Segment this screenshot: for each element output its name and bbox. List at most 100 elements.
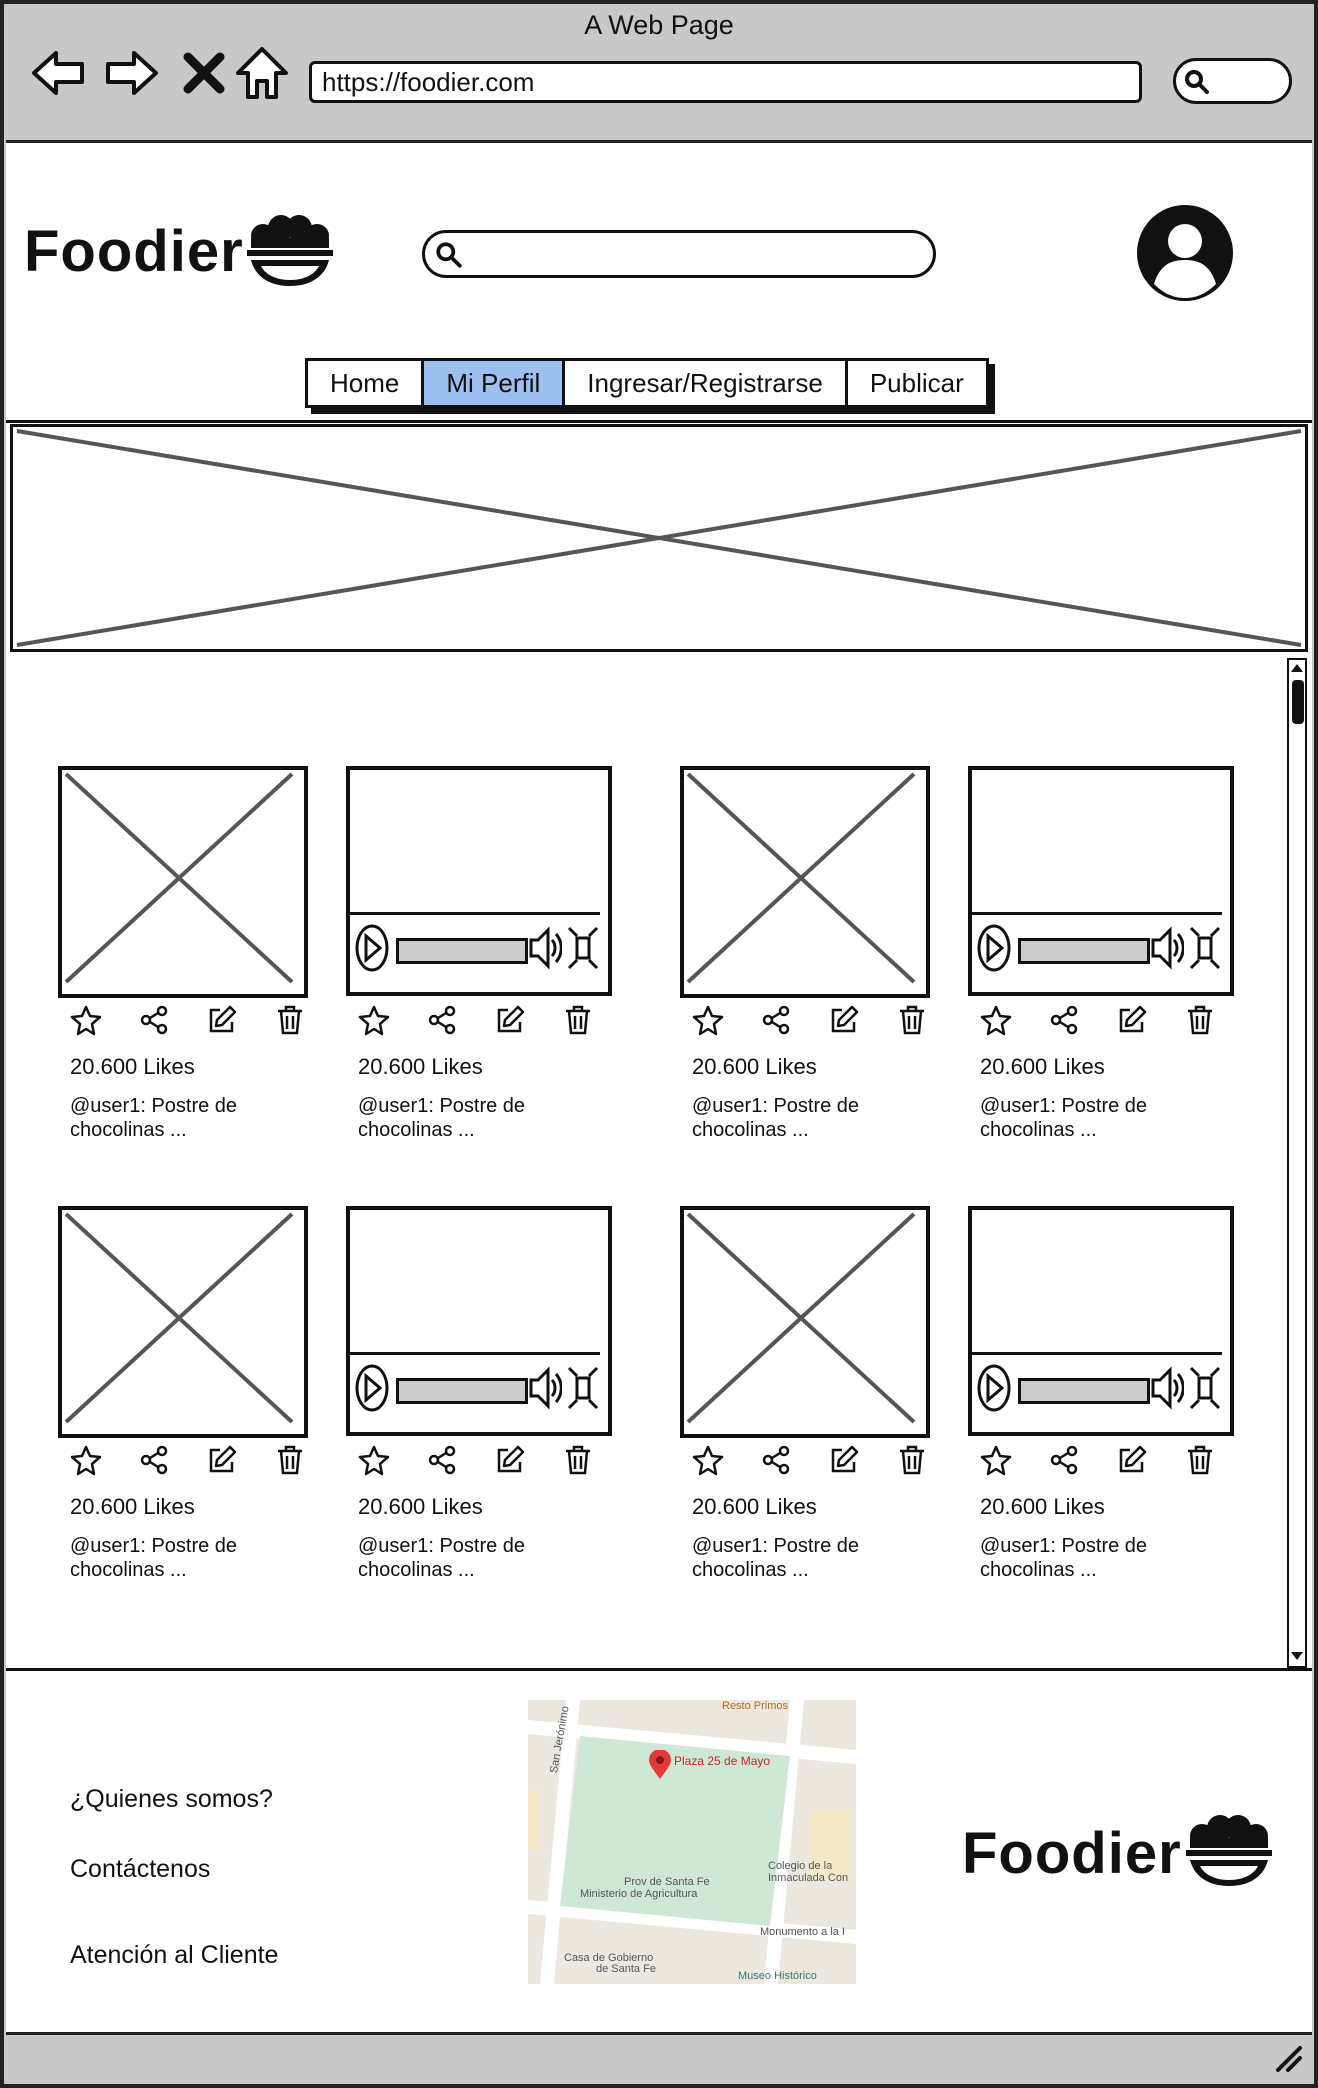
location-map[interactable]: Plaza 25 de Mayo Resto Primos San Jeróni… [528,1700,856,1984]
post-card[interactable]: 20.600 Likes @user1: Postre de chocolinas … [58,766,358,1141]
share-icon[interactable] [760,1004,792,1041]
back-arrow-icon[interactable] [30,45,86,101]
share-icon[interactable] [760,1444,792,1481]
delete-icon[interactable] [562,1004,594,1041]
like-star-icon[interactable] [692,1004,724,1041]
post-image-placeholder[interactable] [680,1206,930,1438]
browser-search-field[interactable] [1173,58,1292,104]
edit-icon[interactable] [828,1444,860,1481]
delete-icon[interactable] [896,1444,928,1481]
like-star-icon[interactable] [70,1004,102,1041]
post-image-placeholder[interactable] [58,1206,308,1438]
stop-icon[interactable] [176,45,232,101]
fullscreen-icon[interactable] [566,924,600,972]
footer-link-atencion-cliente[interactable]: Atención al Cliente [70,1941,278,1970]
post-card[interactable]: 20.600 Likes @user1: Postre de chocolinas … [346,766,646,1141]
share-icon[interactable] [426,1004,458,1041]
forward-arrow-icon[interactable] [104,45,160,101]
post-caption-line-2[interactable]: chocolinas ... [692,1118,809,1142]
post-caption-line-1[interactable]: @user1: Postre de [358,1094,525,1118]
edit-icon[interactable] [1116,1004,1148,1041]
video-progress-bar[interactable] [396,938,528,964]
delete-icon[interactable] [562,1444,594,1481]
resize-grip-icon[interactable] [1274,2044,1304,2074]
edit-icon[interactable] [828,1004,860,1041]
footer-link-quienes-somos[interactable]: ¿Quienes somos? [70,1785,273,1814]
video-progress-bar[interactable] [1018,938,1150,964]
user-avatar-icon[interactable] [1136,204,1234,302]
post-caption-line-1[interactable]: @user1: Postre de [692,1534,859,1558]
fullscreen-icon[interactable] [1188,924,1222,972]
fullscreen-icon[interactable] [566,1364,600,1412]
video-progress-bar[interactable] [396,1378,528,1404]
like-star-icon[interactable] [358,1444,390,1481]
share-icon[interactable] [426,1444,458,1481]
post-caption-line-2[interactable]: chocolinas ... [692,1558,809,1582]
delete-icon[interactable] [1184,1444,1216,1481]
home-icon[interactable] [234,45,290,101]
like-star-icon[interactable] [692,1444,724,1481]
post-card[interactable]: 20.600 Likes @user1: Postre de chocolinas … [680,1206,980,1581]
scroll-up-icon[interactable] [1289,660,1305,676]
post-caption-line-2[interactable]: chocolinas ... [980,1118,1097,1142]
play-icon[interactable] [354,1362,390,1414]
share-icon[interactable] [138,1444,170,1481]
tab-ingresar-registrarse[interactable]: Ingresar/Registrarse [565,361,848,405]
edit-icon[interactable] [206,1004,238,1041]
post-image-placeholder[interactable] [58,766,308,998]
video-progress-bar[interactable] [1018,1378,1150,1404]
post-card[interactable]: 20.600 Likes @user1: Postre de chocolinas … [58,1206,358,1581]
share-icon[interactable] [138,1004,170,1041]
share-icon[interactable] [1048,1004,1080,1041]
url-bar[interactable]: https://foodier.com [309,61,1142,103]
play-icon[interactable] [354,922,390,974]
post-video-player[interactable] [346,766,612,996]
post-caption-line-1[interactable]: @user1: Postre de [980,1534,1147,1558]
like-star-icon[interactable] [980,1444,1012,1481]
like-star-icon[interactable] [358,1004,390,1041]
post-caption-line-2[interactable]: chocolinas ... [358,1558,475,1582]
edit-icon[interactable] [494,1444,526,1481]
delete-icon[interactable] [274,1004,306,1041]
header-search-input[interactable] [422,230,936,278]
volume-icon[interactable] [528,924,562,972]
post-caption-line-2[interactable]: chocolinas ... [70,1118,187,1142]
like-star-icon[interactable] [980,1004,1012,1041]
post-card[interactable]: 20.600 Likes @user1: Postre de chocolinas … [346,1206,646,1581]
volume-icon[interactable] [528,1364,562,1412]
post-card[interactable]: 20.600 Likes @user1: Postre de chocolinas … [968,1206,1268,1581]
post-caption-line-2[interactable]: chocolinas ... [980,1558,1097,1582]
post-caption-line-1[interactable]: @user1: Postre de [980,1094,1147,1118]
fullscreen-icon[interactable] [1188,1364,1222,1412]
post-video-player[interactable] [968,766,1234,996]
post-caption-line-2[interactable]: chocolinas ... [358,1118,475,1142]
edit-icon[interactable] [494,1004,526,1041]
like-star-icon[interactable] [70,1444,102,1481]
share-icon[interactable] [1048,1444,1080,1481]
tab-publicar[interactable]: Publicar [848,361,986,405]
scroll-down-icon[interactable] [1289,1648,1305,1664]
tab-mi-perfil[interactable]: Mi Perfil [424,361,566,405]
edit-icon[interactable] [1116,1444,1148,1481]
post-caption-line-2[interactable]: chocolinas ... [70,1558,187,1582]
volume-icon[interactable] [1150,924,1184,972]
post-card[interactable]: 20.600 Likes @user1: Postre de chocolinas … [968,766,1268,1141]
play-icon[interactable] [976,922,1012,974]
play-icon[interactable] [976,1362,1012,1414]
post-card[interactable]: 20.600 Likes @user1: Postre de chocolinas … [680,766,980,1141]
footer-link-contactenos[interactable]: Contáctenos [70,1855,210,1884]
edit-icon[interactable] [206,1444,238,1481]
delete-icon[interactable] [1184,1004,1216,1041]
post-video-player[interactable] [346,1206,612,1436]
post-caption-line-1[interactable]: @user1: Postre de [692,1094,859,1118]
delete-icon[interactable] [274,1444,306,1481]
feed-scrollbar[interactable] [1287,658,1307,1668]
post-video-player[interactable] [968,1206,1234,1436]
scrollbar-thumb[interactable] [1292,680,1304,724]
post-image-placeholder[interactable] [680,766,930,998]
delete-icon[interactable] [896,1004,928,1041]
tab-home[interactable]: Home [308,361,425,405]
site-logo-text[interactable]: Foodier [24,218,244,285]
volume-icon[interactable] [1150,1364,1184,1412]
post-caption-line-1[interactable]: @user1: Postre de [70,1534,237,1558]
